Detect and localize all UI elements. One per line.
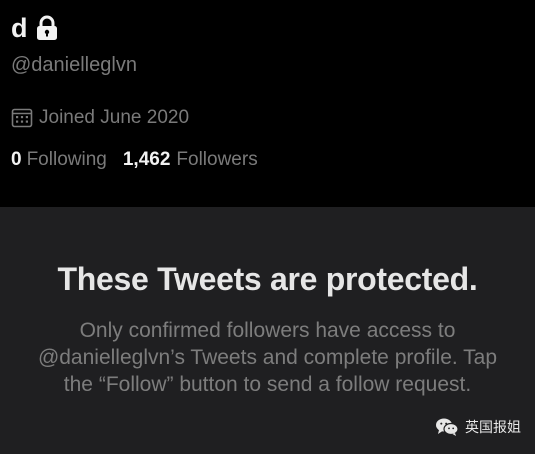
watermark-text: 英国报姐 — [465, 420, 521, 436]
protected-title: These Tweets are protected. — [57, 261, 478, 297]
followers-link[interactable]: 1,462 Followers — [123, 149, 258, 171]
follow-stats: 0 Following 1,462 Followers — [11, 148, 258, 172]
joined-text: Joined June 2020 — [39, 107, 190, 128]
followers-count: 1,462 — [122, 149, 171, 170]
following-link[interactable]: 0 Following — [11, 149, 107, 171]
watermark: 英国报姐 — [435, 416, 521, 438]
profile-header: d @danielleglvn Joined June 2020 0 Follo… — [0, 0, 535, 207]
protected-message: Only confirmed followers have access to … — [37, 319, 498, 396]
lock-icon — [35, 15, 59, 41]
calendar-icon — [11, 107, 33, 129]
joined-date: Joined June 2020 — [11, 106, 189, 130]
following-label: Following — [26, 149, 107, 170]
following-count: 0 — [11, 149, 22, 170]
followers-label: Followers — [176, 149, 258, 170]
display-name: d — [11, 13, 28, 43]
profile-handle: @danielleglvn — [11, 54, 137, 76]
wechat-icon — [435, 417, 459, 437]
name-row: d — [11, 10, 59, 46]
